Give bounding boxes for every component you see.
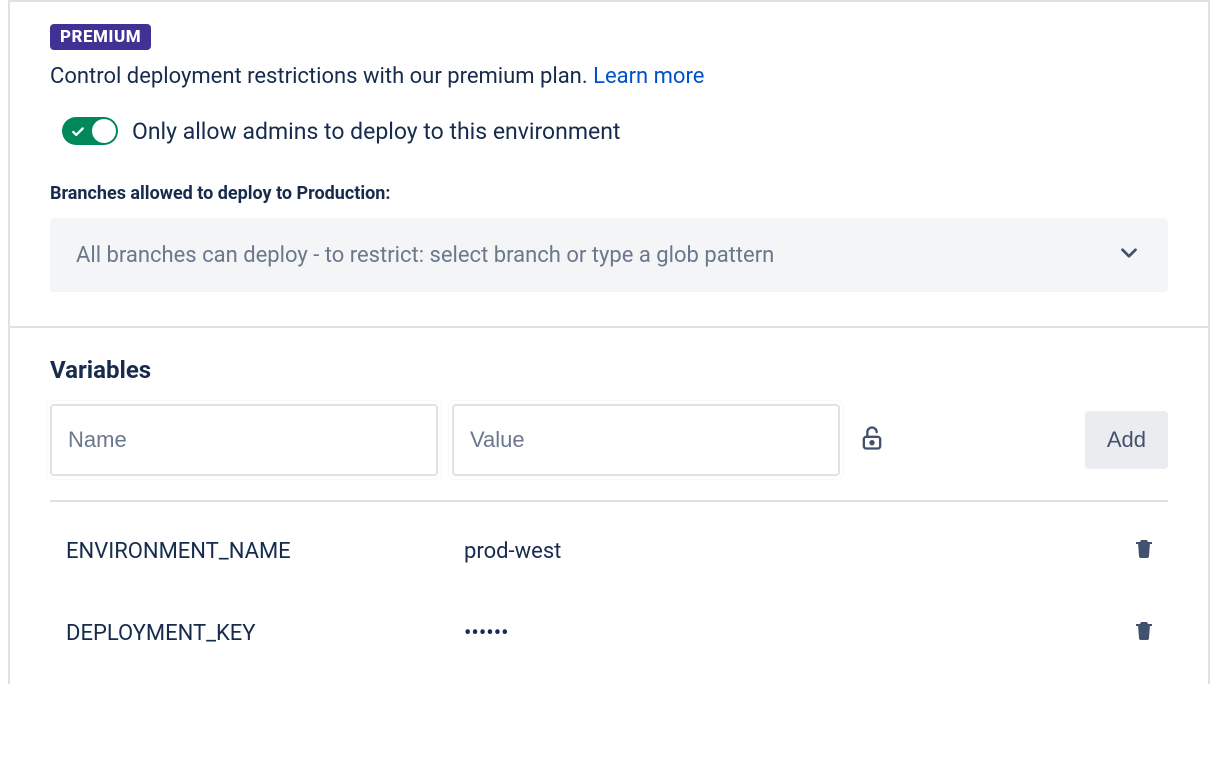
branch-select-placeholder: All branches can deploy - to restrict: s… <box>76 243 774 268</box>
variables-title: Variables <box>50 356 1168 384</box>
table-row: ENVIRONMENT_NAME prod-west <box>50 510 1168 592</box>
add-button[interactable]: Add <box>1085 411 1168 469</box>
variable-input-row: Add <box>50 404 1168 476</box>
variable-value: •••••• <box>464 621 1132 646</box>
trash-icon[interactable] <box>1132 618 1168 648</box>
variable-name: ENVIRONMENT_NAME <box>66 539 464 564</box>
premium-desc-text: Control deployment restrictions with our… <box>50 64 593 89</box>
trash-icon[interactable] <box>1132 536 1168 566</box>
toggle-knob <box>92 119 116 143</box>
variable-value-input[interactable] <box>452 404 840 476</box>
premium-section: PREMIUM Control deployment restrictions … <box>10 0 1208 326</box>
admin-only-toggle[interactable] <box>62 117 118 145</box>
check-icon <box>71 124 85 143</box>
variable-name: DEPLOYMENT_KEY <box>66 621 464 646</box>
learn-more-link[interactable]: Learn more <box>593 64 704 89</box>
branch-select[interactable]: All branches can deploy - to restrict: s… <box>50 218 1168 292</box>
premium-description: Control deployment restrictions with our… <box>50 64 1168 89</box>
divider <box>50 500 1168 502</box>
variables-section: Variables Add ENVIRONMENT_NAME prod-west <box>10 326 1208 684</box>
chevron-down-icon <box>1116 240 1142 270</box>
variable-name-input[interactable] <box>50 404 438 476</box>
lock-icon[interactable] <box>858 424 886 456</box>
variable-value: prod-west <box>464 539 1132 564</box>
admin-only-toggle-row: Only allow admins to deploy to this envi… <box>62 117 1168 145</box>
premium-badge: PREMIUM <box>50 24 151 50</box>
admin-only-toggle-label: Only allow admins to deploy to this envi… <box>132 118 620 145</box>
table-row: DEPLOYMENT_KEY •••••• <box>50 592 1168 674</box>
branches-label: Branches allowed to deploy to Production… <box>50 183 1168 204</box>
